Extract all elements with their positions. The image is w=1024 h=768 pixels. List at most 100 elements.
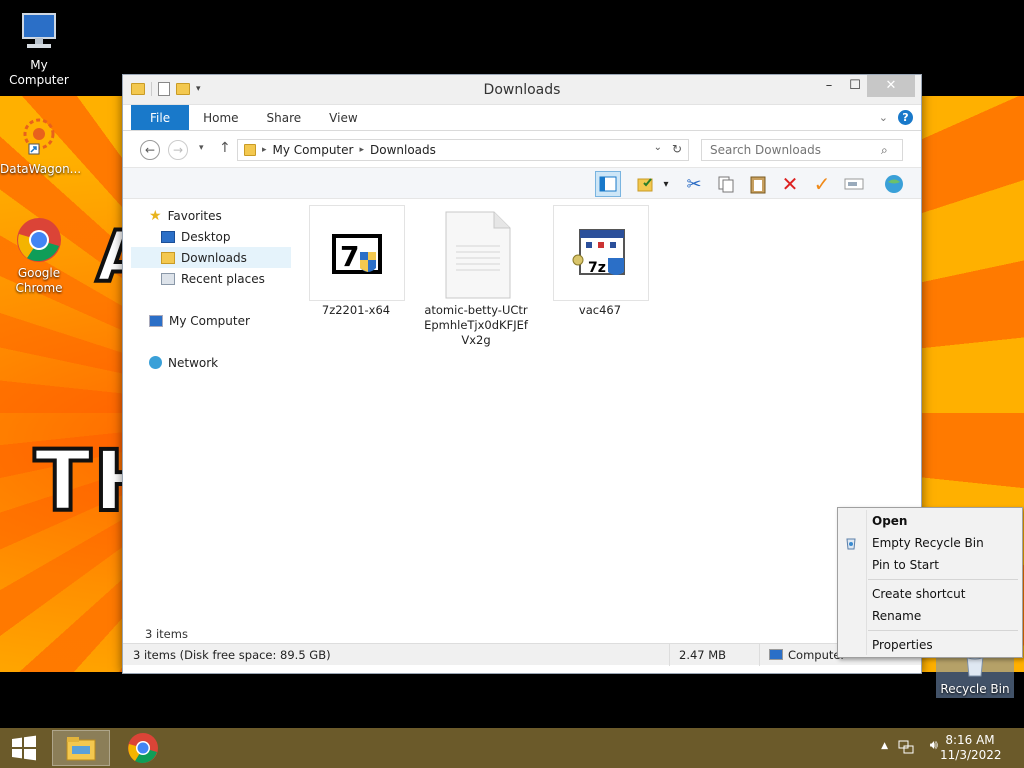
chrome-icon bbox=[128, 733, 158, 764]
delete-icon[interactable]: ✕ bbox=[777, 171, 803, 197]
chevron-right-icon: ▸ bbox=[359, 145, 364, 155]
menu-item-create-shortcut[interactable]: Create shortcut bbox=[872, 583, 965, 605]
svg-text:7z: 7z bbox=[588, 260, 606, 276]
back-button[interactable]: ← bbox=[140, 140, 160, 160]
chevron-down-icon[interactable]: ⌄ bbox=[654, 142, 662, 153]
recycle-bin-icon bbox=[844, 536, 858, 550]
nav-item-network[interactable]: Network bbox=[131, 352, 291, 373]
network-tray-icon[interactable] bbox=[898, 739, 914, 755]
setup-installer-icon: 7z bbox=[572, 229, 625, 276]
clock-date: 11/3/2022 bbox=[940, 748, 1002, 762]
desktop-icon-google-chrome[interactable]: Google Chrome bbox=[0, 216, 78, 296]
address-bar[interactable]: ▸ My Computer ▸ Downloads ⌄ ↻ bbox=[237, 139, 689, 161]
nav-label: Recent places bbox=[181, 271, 265, 286]
datawagon-icon bbox=[15, 112, 63, 160]
nav-label: Downloads bbox=[181, 250, 247, 265]
properties-icon[interactable] bbox=[633, 171, 659, 197]
nav-label: Network bbox=[168, 355, 219, 370]
file-item-7z2201-x64[interactable]: 7 bbox=[309, 205, 405, 301]
explorer-window[interactable]: ▾ Downloads – ☐ ✕ File Home Share View ⌄… bbox=[122, 74, 922, 674]
desktop-icon-datawagon[interactable]: DataWagon... bbox=[0, 112, 82, 177]
desktop-icon-label: Recycle Bin bbox=[940, 682, 1010, 696]
chrome-icon bbox=[15, 216, 63, 264]
nav-favorites[interactable]: ★ Favorites bbox=[131, 205, 291, 226]
status-size: 2.47 MB bbox=[679, 648, 727, 662]
menu-item-pin-to-start[interactable]: Pin to Start bbox=[872, 554, 939, 576]
recent-places-icon bbox=[161, 272, 175, 285]
divider bbox=[669, 644, 670, 666]
forward-button[interactable]: → bbox=[168, 140, 188, 160]
start-button[interactable] bbox=[4, 730, 44, 766]
show-hidden-icons[interactable]: ▲ bbox=[881, 741, 888, 751]
taskbar-file-explorer[interactable] bbox=[52, 730, 110, 766]
item-count: 3 items bbox=[145, 627, 188, 641]
divider bbox=[759, 644, 760, 666]
clock-time: 8:16 AM bbox=[945, 733, 995, 747]
tab-share[interactable]: Share bbox=[253, 105, 316, 130]
paste-icon[interactable] bbox=[745, 171, 771, 197]
ribbon-right: ⌄ ? bbox=[879, 110, 913, 125]
check-icon[interactable]: ✓ bbox=[809, 171, 835, 197]
tab-home[interactable]: Home bbox=[189, 105, 252, 130]
address-row: ← → ▾ ↑ ▸ My Computer ▸ Downloads ⌄ ↻ ⌕ bbox=[123, 131, 921, 167]
recent-locations-icon[interactable]: ▾ bbox=[199, 143, 204, 153]
help-icon[interactable]: ? bbox=[898, 110, 913, 125]
globe-icon[interactable] bbox=[881, 171, 907, 197]
file-name: vac467 bbox=[578, 303, 622, 317]
navigation-pane: ★ Favorites Desktop Downloads Recent pla… bbox=[131, 201, 291, 621]
menu-separator bbox=[868, 630, 1018, 631]
taskbar-chrome[interactable] bbox=[118, 730, 168, 766]
refresh-icon[interactable]: ↻ bbox=[672, 142, 682, 156]
desktop-icon-label: DataWagon... bbox=[0, 162, 82, 176]
minimize-button[interactable]: – bbox=[817, 75, 841, 97]
status-bar: 3 items (Disk free space: 89.5 GB) 2.47 … bbox=[123, 643, 921, 666]
cut-icon[interactable]: ✂ bbox=[681, 171, 707, 197]
divider bbox=[866, 510, 867, 655]
star-icon: ★ bbox=[149, 207, 162, 224]
svg-text:7: 7 bbox=[340, 240, 359, 273]
computer-icon bbox=[15, 8, 63, 56]
document-icon bbox=[445, 211, 511, 299]
menu-item-open[interactable]: Open bbox=[872, 510, 907, 532]
volume-icon[interactable]: 🔊︎ bbox=[930, 738, 938, 753]
desktop-icon-my-computer[interactable]: My Computer bbox=[0, 8, 78, 88]
expand-ribbon-icon[interactable]: ⌄ bbox=[879, 111, 888, 124]
copy-icon[interactable] bbox=[713, 171, 739, 197]
menu-item-rename[interactable]: Rename bbox=[872, 605, 921, 627]
nav-item-downloads[interactable]: Downloads bbox=[131, 247, 291, 268]
file-name: 7z2201-x64 bbox=[321, 303, 391, 317]
desktop-icon-label: Google Chrome bbox=[15, 266, 63, 295]
title-bar[interactable]: ▾ Downloads – ☐ ✕ bbox=[123, 75, 921, 105]
file-list: 7 7z2201-x64 atomic-betty-UCtrEpmhleTjx0… bbox=[295, 201, 915, 621]
menu-item-properties[interactable]: Properties bbox=[872, 634, 933, 656]
file-explorer-icon bbox=[66, 737, 96, 761]
computer-icon bbox=[769, 649, 783, 660]
breadcrumb-root[interactable]: My Computer bbox=[273, 143, 354, 157]
breadcrumb-current[interactable]: Downloads bbox=[370, 143, 436, 157]
tab-file[interactable]: File bbox=[131, 105, 190, 130]
tab-view[interactable]: View bbox=[315, 105, 371, 130]
up-button[interactable]: ↑ bbox=[219, 140, 231, 156]
nav-item-my-computer[interactable]: My Computer bbox=[131, 310, 291, 331]
nav-item-desktop[interactable]: Desktop bbox=[131, 226, 291, 247]
nav-item-recent-places[interactable]: Recent places bbox=[131, 268, 291, 289]
folder-icon bbox=[244, 144, 256, 156]
file-item-vac467[interactable]: 7z bbox=[553, 205, 649, 301]
desktop-icon bbox=[161, 230, 175, 243]
rename-icon[interactable] bbox=[841, 171, 867, 197]
file-item-atomic-betty[interactable] bbox=[429, 205, 525, 301]
close-button[interactable]: ✕ bbox=[867, 75, 915, 97]
window-title: Downloads bbox=[483, 82, 561, 98]
search-input[interactable] bbox=[701, 139, 903, 161]
taskbar: ▲ 🔊︎ 8:16 AM 11/3/2022 bbox=[0, 728, 1024, 768]
maximize-button[interactable]: ☐ bbox=[843, 75, 867, 97]
search-icon[interactable]: ⌕ bbox=[881, 143, 888, 158]
clock[interactable]: 8:16 AM 11/3/2022 bbox=[940, 733, 1002, 763]
desktop: TH A My Computer DataWagon... bbox=[0, 0, 1024, 728]
network-icon bbox=[149, 356, 162, 369]
chevron-down-icon[interactable]: ▾ bbox=[659, 171, 673, 197]
menu-item-empty-recycle-bin[interactable]: Empty Recycle Bin bbox=[872, 532, 984, 554]
nav-label: Favorites bbox=[167, 208, 222, 223]
preview-pane-icon[interactable] bbox=[595, 171, 621, 197]
ribbon-tabs: File Home Share View ⌄ ? bbox=[123, 105, 921, 131]
